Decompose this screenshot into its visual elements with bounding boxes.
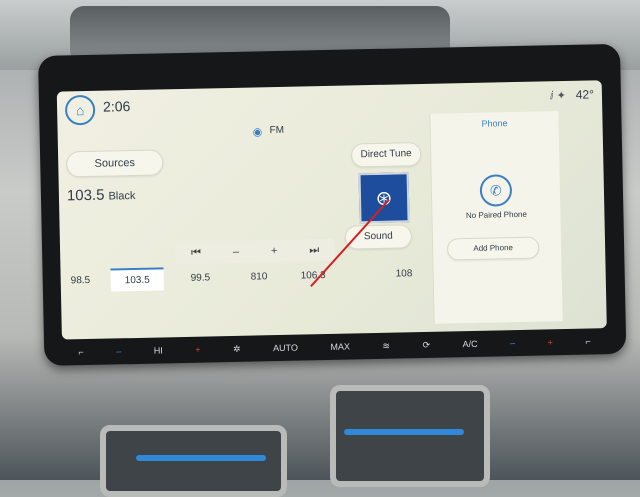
preset-button[interactable]: 98.5 [71, 275, 91, 286]
phone-panel: Phone ✆ No Paired Phone Add Phone [429, 111, 563, 324]
status-icons: ⅈ ✦ [550, 89, 566, 102]
signal-icon: ⅈ [549, 90, 554, 103]
preset-button[interactable]: 99.5 [191, 272, 211, 283]
album-art: ⊛ [358, 172, 410, 224]
vent-trim [136, 455, 266, 461]
temp-up-button[interactable]: + [195, 345, 200, 355]
preset-button[interactable]: 108 [396, 268, 413, 279]
defrost-icon[interactable]: ≋ [382, 340, 390, 351]
current-station: 103.5 Black [66, 186, 136, 205]
preset-button[interactable]: 103.5 [110, 267, 164, 292]
sound-button[interactable]: Sound [344, 224, 413, 250]
phone-title: Phone [481, 118, 508, 129]
station-frequency: 103.5 [66, 186, 105, 205]
temp-down-button[interactable]: – [116, 346, 121, 356]
hvac-hi[interactable]: HI [154, 345, 163, 355]
radio-broadcast-icon: ⊛ [375, 187, 393, 210]
source-label: FM [269, 124, 285, 137]
tune-up-button[interactable]: + [271, 245, 278, 257]
hvac-ac[interactable]: A/C [462, 339, 477, 349]
radio-signal-icon: ◉ [252, 126, 263, 139]
home-icon: ⌂ [75, 102, 85, 119]
vent-trim [344, 429, 464, 435]
preset-bar: 98.5 103.5 99.5 810 106.3 108 [60, 262, 433, 300]
center-vent [330, 385, 490, 487]
fan-icon[interactable]: ✲ [233, 343, 241, 354]
direct-tune-button[interactable]: Direct Tune [350, 142, 422, 168]
outside-temperature: 42° [575, 87, 595, 102]
recirculate-icon[interactable]: ⟳ [422, 339, 430, 350]
add-phone-button[interactable]: Add Phone [446, 236, 540, 261]
infotainment-screen: ⌂ 2:06 ⅈ ✦ 42° ◉ FM Sources 103.5 Black D… [56, 80, 607, 340]
bluetooth-icon: ✦ [556, 89, 567, 103]
hvac-auto[interactable]: AUTO [273, 343, 298, 354]
clock: 2:06 [102, 98, 131, 115]
station-name: Black [108, 189, 136, 203]
screen-bezel: ⌂ 2:06 ⅈ ✦ 42° ◉ FM Sources 103.5 Black D… [38, 43, 627, 366]
playback-controls: ⏮ – + ⏭ [174, 238, 336, 265]
home-button[interactable]: ⌂ [64, 94, 96, 126]
sources-button[interactable]: Sources [66, 149, 164, 178]
hvac-max[interactable]: MAX [330, 342, 350, 352]
phone-status: No Paired Phone [465, 209, 527, 221]
seek-back-button[interactable]: ⏮ [191, 246, 201, 259]
seek-forward-button[interactable]: ⏭ [309, 244, 319, 257]
passenger-temp-up-button[interactable]: + [548, 337, 553, 347]
passenger-seat-icon[interactable]: ⌐ [585, 336, 590, 346]
preset-button[interactable]: 106.3 [301, 270, 326, 282]
seat-icon[interactable]: ⌐ [78, 347, 83, 357]
tune-down-button[interactable]: – [233, 246, 239, 258]
left-vent [100, 425, 287, 497]
preset-button[interactable]: 810 [251, 271, 268, 282]
passenger-temp-down-button[interactable]: – [510, 338, 515, 348]
phone-icon[interactable]: ✆ [479, 174, 513, 207]
